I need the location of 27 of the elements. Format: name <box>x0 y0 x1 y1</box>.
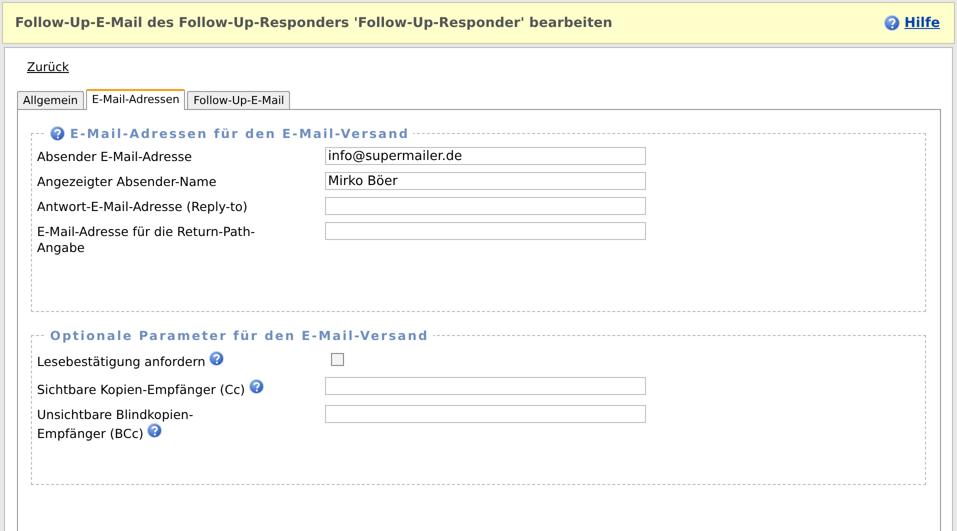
input-field[interactable]: info@supermailer.de <box>325 147 646 165</box>
field-label: Angezeigter Absender-Name <box>37 174 216 190</box>
help-icon[interactable] <box>249 379 264 394</box>
checkbox[interactable] <box>331 353 344 366</box>
back-link[interactable]: Zurück <box>27 60 69 74</box>
field-label: Sichtbare Kopien-Empfänger (Cc) <box>37 379 264 398</box>
section-legend: Optionale Parameter für den E-Mail-Versand <box>50 328 429 343</box>
input-field[interactable] <box>325 377 646 395</box>
tab[interactable]: E-Mail-Adressen <box>86 89 186 110</box>
input-field[interactable] <box>325 222 646 240</box>
field-label: Antwort-E-Mail-Adresse (Reply-to) <box>37 199 248 215</box>
help-icon[interactable] <box>209 351 224 366</box>
field-label: Absender E-Mail-Adresse <box>37 149 192 165</box>
help-icon[interactable] <box>884 15 900 31</box>
input-field[interactable] <box>325 197 646 215</box>
field-label: E-Mail-Adresse für die Return-Path-Angabe <box>37 224 256 256</box>
tab[interactable]: Follow-Up-E-Mail <box>187 91 290 109</box>
field-label: Unsichtbare Blindkopien-Empfänger (BCc) <box>37 407 194 442</box>
input-field[interactable] <box>325 405 646 423</box>
help-icon[interactable] <box>147 423 162 438</box>
field-label: Lesebestätigung anfordern <box>37 351 224 370</box>
help-icon[interactable] <box>50 126 65 141</box>
tab[interactable]: Allgemein <box>17 91 84 109</box>
page-title: Follow-Up-E-Mail des Follow-Up-Responders 'Follow-Up-Responder' bearbeiten <box>15 15 612 31</box>
input-field[interactable]: Mirko Böer <box>325 172 646 190</box>
section-legend: E-Mail-Adressen für den E-Mail-Versand <box>70 126 410 141</box>
help-link[interactable]: Hilfe <box>904 15 940 31</box>
